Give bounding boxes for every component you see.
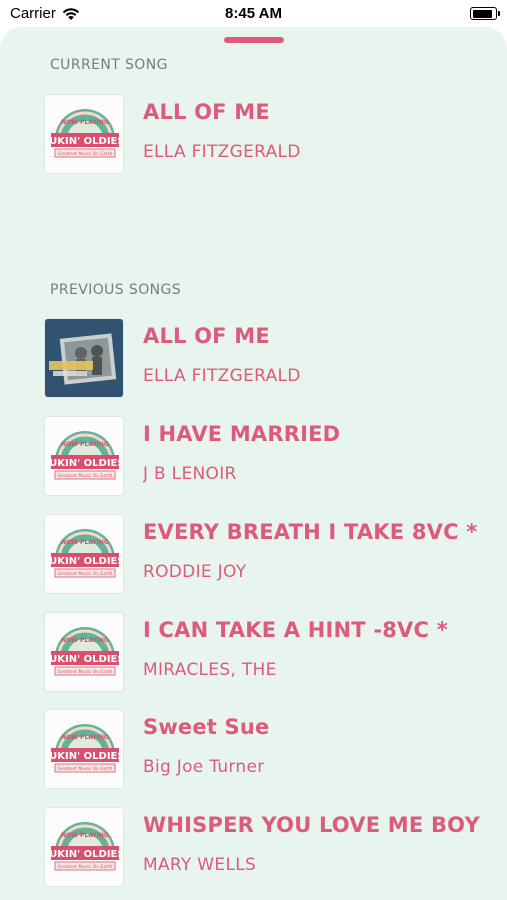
logo-top-text: NOW PLAYING (61, 119, 109, 126)
jukin-oldies-logo-icon: NOW PLAYING JUKIN' OLDIES Greatest Music… (45, 822, 124, 871)
song-artwork: NOW PLAYING JUKIN' OLDIES Greatest Music… (44, 416, 124, 496)
previous-song-row-5[interactable]: NOW PLAYING JUKIN' OLDIES Greatest Music… (44, 709, 507, 789)
logo-main-text: JUKIN' OLDIES (45, 458, 124, 469)
song-title: EVERY BREATH I TAKE 8VC * (143, 520, 478, 544)
logo-bottom-text: Greatest Music On Earth (58, 571, 113, 577)
song-artwork: NOW PLAYING JUKIN' OLDIES Greatest Music… (44, 807, 124, 887)
song-artist: MARY WELLS (143, 855, 257, 875)
sheet-grabber[interactable] (224, 37, 284, 43)
song-title: Sweet Sue (143, 715, 270, 739)
song-artist: J B LENOIR (143, 464, 237, 484)
song-title: I HAVE MARRIED (143, 422, 341, 446)
logo-main-text: JUKIN' OLDIES (45, 849, 124, 860)
logo-top-text: NOW PLAYING (61, 441, 109, 448)
previous-song-row-6[interactable]: NOW PLAYING JUKIN' OLDIES Greatest Music… (44, 807, 507, 887)
song-artwork (44, 318, 124, 398)
song-artwork: NOW PLAYING JUKIN' OLDIES Greatest Music… (44, 612, 124, 692)
logo-bottom-text: Greatest Music On Earth (58, 151, 113, 157)
song-artist: MIRACLES, THE (143, 660, 277, 680)
song-artist: RODDIE JOY (143, 562, 247, 582)
song-title: ALL OF ME (143, 324, 270, 348)
now-playing-sheet: CURRENT SONG NOW PLAYING JUKIN' OLDIES G… (0, 27, 507, 900)
jukin-oldies-logo-icon: NOW PLAYING JUKIN' OLDIES Greatest Music… (45, 627, 124, 676)
logo-main-text: JUKIN' OLDIES (45, 136, 124, 147)
song-title: I CAN TAKE A HINT -8VC * (143, 618, 448, 642)
logo-top-text: NOW PLAYING (61, 539, 109, 546)
logo-bottom-text: Greatest Music On Earth (58, 669, 113, 675)
logo-bottom-text: Greatest Music On Earth (58, 864, 113, 870)
current-song-artist: ELLA FITZGERALD (143, 142, 301, 162)
current-song-title: ALL OF ME (143, 100, 270, 124)
logo-bottom-text: Greatest Music On Earth (58, 473, 113, 479)
jukin-oldies-logo-icon: NOW PLAYING JUKIN' OLDIES Greatest Music… (45, 529, 124, 578)
previous-song-row-2[interactable]: NOW PLAYING JUKIN' OLDIES Greatest Music… (44, 416, 507, 496)
battery-icon (470, 7, 500, 20)
logo-bottom-text: Greatest Music On Earth (58, 766, 113, 772)
song-artist: Big Joe Turner (143, 757, 265, 777)
album-photo-icon (45, 319, 123, 397)
logo-top-text: NOW PLAYING (61, 637, 109, 644)
previous-song-row-4[interactable]: NOW PLAYING JUKIN' OLDIES Greatest Music… (44, 612, 507, 692)
status-time: 8:45 AM (225, 5, 282, 22)
previous-songs-label: PREVIOUS SONGS (50, 282, 182, 298)
current-song-artwork: NOW PLAYING JUKIN' OLDIES Greatest Music… (44, 94, 124, 174)
logo-top-text: NOW PLAYING (61, 734, 109, 741)
jukin-oldies-logo-icon: NOW PLAYING JUKIN' OLDIES Greatest Music… (45, 724, 124, 773)
current-song-label: CURRENT SONG (50, 57, 168, 73)
song-artwork: NOW PLAYING JUKIN' OLDIES Greatest Music… (44, 514, 124, 594)
song-title: WHISPER YOU LOVE ME BOY (143, 813, 480, 837)
song-artist: ELLA FITZGERALD (143, 366, 301, 386)
jukin-oldies-logo-icon: NOW PLAYING JUKIN' OLDIES Greatest Music… (45, 109, 124, 158)
song-artwork: NOW PLAYING JUKIN' OLDIES Greatest Music… (44, 709, 124, 789)
previous-song-row-3[interactable]: NOW PLAYING JUKIN' OLDIES Greatest Music… (44, 514, 507, 594)
jukin-oldies-logo-icon: NOW PLAYING JUKIN' OLDIES Greatest Music… (45, 431, 124, 480)
status-bar: Carrier 8:45 AM (0, 0, 507, 28)
logo-top-text: NOW PLAYING (61, 832, 109, 839)
current-song-row[interactable]: NOW PLAYING JUKIN' OLDIES Greatest Music… (44, 94, 507, 174)
logo-main-text: JUKIN' OLDIES (45, 751, 124, 762)
previous-song-row-1[interactable]: ALL OF ME ELLA FITZGERALD (44, 318, 507, 398)
logo-main-text: JUKIN' OLDIES (45, 556, 124, 567)
logo-main-text: JUKIN' OLDIES (45, 654, 124, 665)
